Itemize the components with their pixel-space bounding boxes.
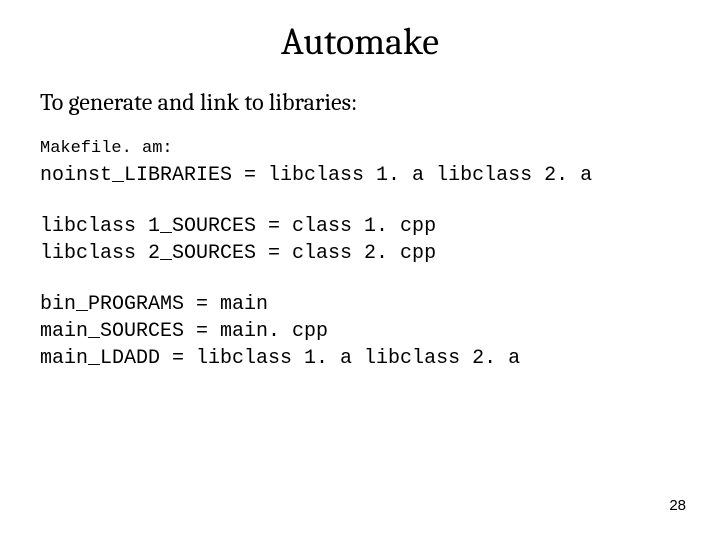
block-sources: libclass 1_SOURCES = class 1. cpp libcla… — [40, 213, 680, 267]
line-src2: libclass 2_SOURCES = class 2. cpp — [40, 240, 680, 267]
page-number: 28 — [669, 497, 686, 514]
slide-title: Automake — [40, 20, 680, 64]
line-main-src: main_SOURCES = main. cpp — [40, 318, 680, 345]
block-main: bin_PROGRAMS = main main_SOURCES = main.… — [40, 291, 680, 372]
slide-subtitle: To generate and link to libraries: — [40, 88, 680, 116]
line-noinst: noinst_LIBRARIES = libclass 1. a libclas… — [40, 162, 680, 189]
makefile-label: Makefile. am: — [40, 138, 680, 160]
line-bin: bin_PROGRAMS = main — [40, 291, 680, 318]
block-file-label: Makefile. am: noinst_LIBRARIES = libclas… — [40, 138, 680, 189]
line-src1: libclass 1_SOURCES = class 1. cpp — [40, 213, 680, 240]
line-main-ld: main_LDADD = libclass 1. a libclass 2. a — [40, 345, 680, 372]
slide: Automake To generate and link to librari… — [0, 0, 720, 540]
